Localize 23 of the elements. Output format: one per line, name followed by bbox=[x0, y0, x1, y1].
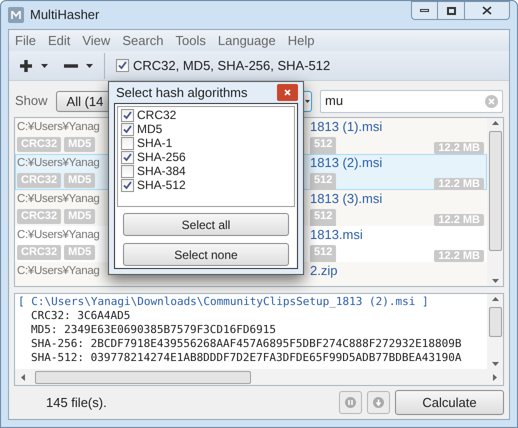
output-header: [ C:\Users\Yanagi\Downloads\CommunityClipsSetup_1813 (2).msi ] bbox=[18, 295, 430, 309]
file-path: C:¥Users¥Yanag bbox=[17, 156, 100, 171]
algorithm-label: SHA-1 bbox=[137, 136, 172, 150]
file-name: 1813 (2).msi bbox=[310, 155, 384, 171]
show-label: Show bbox=[15, 92, 48, 110]
window-title: MultiHasher bbox=[30, 6, 100, 24]
algorithm-label: SHA-384 bbox=[137, 164, 186, 178]
algorithm-label: MD5 bbox=[137, 122, 162, 136]
file-name: 1813 (3).msi bbox=[310, 191, 384, 207]
file-path: C:¥Users¥Yanag bbox=[17, 120, 100, 135]
algorithm-label: SHA-256 bbox=[137, 150, 186, 164]
algorithm-label: SHA-512 bbox=[137, 178, 186, 192]
file-name: 2.zip bbox=[310, 263, 338, 279]
file-path: C:¥Users¥Yanag bbox=[17, 192, 100, 207]
file-name: 1813 (1).msi bbox=[310, 119, 384, 135]
status-text: 145 file(s). bbox=[46, 394, 107, 412]
file-path: C:¥Users¥Yanag bbox=[17, 264, 100, 279]
file-path: C:¥Users¥Yanag bbox=[17, 228, 100, 243]
hash-line: CRC32: 3C6A4AD5 bbox=[30, 309, 130, 323]
hash-line: MD5: 2349E63E0690385B7579F3CD16FD6915 bbox=[30, 323, 276, 337]
hash-line: SHA-256: 2BCDF7918E439556268AAF457A6895F5DBF274C888F272932E18809B bbox=[30, 337, 462, 351]
file-name: 1813.msi bbox=[310, 227, 364, 243]
hash-line: SHA-512: 039778214274E1AB8DDDF7D2E7FA3DFDE65F99D5ADB77BDBEA43190A bbox=[30, 351, 462, 365]
